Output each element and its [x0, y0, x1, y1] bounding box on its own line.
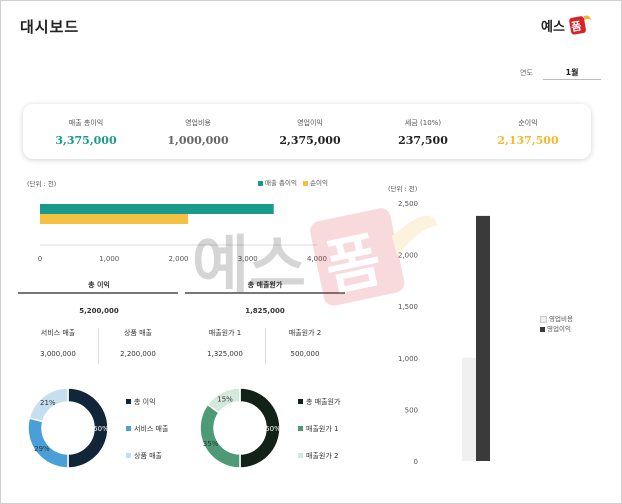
summary-total-cost-title: 총 매출원가 — [247, 281, 283, 289]
x-tick-label: 0 — [38, 255, 42, 263]
legend-swatch — [126, 453, 131, 458]
legend-label: 매출 총이익 — [265, 179, 297, 187]
summary-total-profit-title: 총 이익 — [88, 281, 110, 289]
detail-cost-2: 매출원가 2 500,000 — [265, 328, 345, 358]
legend-label: 매출원가 2 — [306, 451, 338, 460]
kpi-value: 2,375,000 — [279, 134, 341, 147]
y-tick-label: 1,500 — [398, 303, 418, 311]
legend-swatch — [298, 453, 303, 458]
detail-service-sales: 서비스 매출 3,000,000 — [18, 328, 98, 358]
page-title: 대시보드 — [20, 18, 80, 36]
detail-label: 매출원가 2 — [288, 329, 322, 337]
operating-column-chart: 0 500 1,000 1,500 2,000 2,500 — [398, 200, 490, 466]
donut-slice-service-sales — [27, 417, 69, 469]
donut-percent-label: 21% — [40, 399, 56, 407]
kpi-label: 영업비용 — [185, 119, 211, 127]
legend-swatch — [298, 399, 303, 404]
donut-percent-label: 29% — [34, 445, 50, 453]
legend-label: 상품 매출 — [134, 451, 163, 460]
brand-logo: 예스 폼 — [540, 12, 592, 38]
divider — [185, 292, 345, 294]
kpi-value: 1,000,000 — [167, 134, 229, 147]
detail-value: 500,000 — [290, 350, 320, 358]
detail-value: 3,000,000 — [40, 350, 76, 358]
y-tick-label: 500 — [405, 406, 418, 414]
legend-swatch — [126, 399, 131, 404]
column-chart-legend: 영업비용 영업이익 — [540, 314, 573, 334]
column-chart-unit: (단위 : 천) — [388, 185, 418, 193]
kpi-value: 237,500 — [398, 134, 448, 147]
summary-total-profit-value: 5,200,000 — [79, 307, 119, 315]
donut-percent-label: 35% — [203, 440, 219, 448]
kpi-label: 영업이익 — [297, 119, 323, 127]
bar-chart-legend: 매출 총이익 순이익 — [258, 177, 328, 187]
kpi-gross-profit: 매출 총이익 3,375,000 — [31, 118, 141, 147]
bar-gross-profit — [40, 204, 274, 214]
y-tick-label: 0 — [414, 458, 418, 466]
detail-label: 매출원가 1 — [208, 329, 242, 337]
kpi-net-income: 순이익 2,137,500 — [473, 118, 583, 147]
summary-total-cost-value: 1,825,000 — [245, 307, 285, 315]
kpi-operating-expense: 영업비용 1,000,000 — [143, 118, 253, 147]
x-tick-label: 4,000 — [307, 255, 327, 263]
year-filter-label: 연도 — [520, 69, 533, 77]
divider — [18, 292, 178, 294]
detail-value: 2,200,000 — [120, 350, 156, 358]
svg-text:예스: 예스 — [541, 19, 565, 35]
legend-swatch — [258, 180, 263, 186]
legend-label: 영업비용 — [549, 315, 573, 323]
donut-percent-label: 15% — [217, 396, 233, 404]
legend-swatch — [540, 315, 547, 323]
kpi-card: 매출 총이익 3,375,000 영업비용 1,000,000 영업이익 2,3… — [23, 104, 591, 159]
legend-label: 영업이익 — [547, 325, 571, 333]
kpi-operating-income: 영업이익 2,375,000 — [255, 118, 365, 147]
legend-swatch — [303, 180, 309, 186]
donut-percent-label: 50% — [93, 425, 109, 433]
y-tick-label: 2,500 — [398, 200, 418, 208]
kpi-label: 매출 총이익 — [68, 119, 104, 127]
donut-percent-label: 50% — [265, 425, 281, 433]
legend-swatch — [540, 326, 545, 332]
year-filter-select[interactable]: 1월 — [543, 66, 601, 80]
profit-donut-chart: 50% 29% 21% 총 이익서비스 매출상품 매출 — [27, 387, 169, 469]
legend-swatch — [298, 426, 303, 431]
kpi-tax: 세금 (10%) 237,500 — [368, 118, 478, 147]
legend-swatch — [126, 426, 131, 431]
cost-donut-chart: 50% 35% 15% 총 매출원가매출원가 1 매출원가 2 — [199, 387, 341, 469]
kpi-label: 세금 (10%) — [404, 119, 442, 127]
x-tick-label: 2,000 — [168, 255, 188, 263]
bar-chart-unit: (단위 : 천) — [27, 180, 57, 188]
detail-product-sales: 상품 매출 2,200,000 — [98, 328, 178, 358]
detail-label: 서비스 매출 — [40, 329, 76, 337]
legend-label: 매출원가 1 — [306, 424, 338, 433]
column-operating-expense — [462, 357, 476, 461]
kpi-label: 순이익 — [518, 119, 538, 127]
detail-label: 상품 매출 — [124, 329, 152, 337]
detail-value: 1,325,000 — [207, 350, 243, 358]
kpi-value: 2,137,500 — [497, 134, 559, 147]
x-tick-label: 1,000 — [99, 255, 119, 263]
legend-label: 순이익 — [310, 179, 328, 187]
profit-bar-chart: 0 1,000 2,000 3,000 4,000 — [38, 204, 327, 263]
legend-label: 총 매출원가 — [306, 397, 341, 406]
column-operating-income — [476, 215, 490, 461]
kpi-value: 3,375,000 — [55, 134, 117, 147]
x-tick-label: 3,000 — [238, 255, 258, 263]
y-tick-label: 2,000 — [398, 252, 418, 260]
y-tick-label: 1,000 — [398, 355, 418, 363]
donut-slice-cost-1 — [199, 403, 241, 469]
legend-label: 서비스 매출 — [134, 424, 169, 433]
legend-label: 총 이익 — [134, 397, 156, 406]
bar-net-income — [40, 214, 189, 224]
detail-cost-1: 매출원가 1 1,325,000 — [185, 328, 265, 358]
